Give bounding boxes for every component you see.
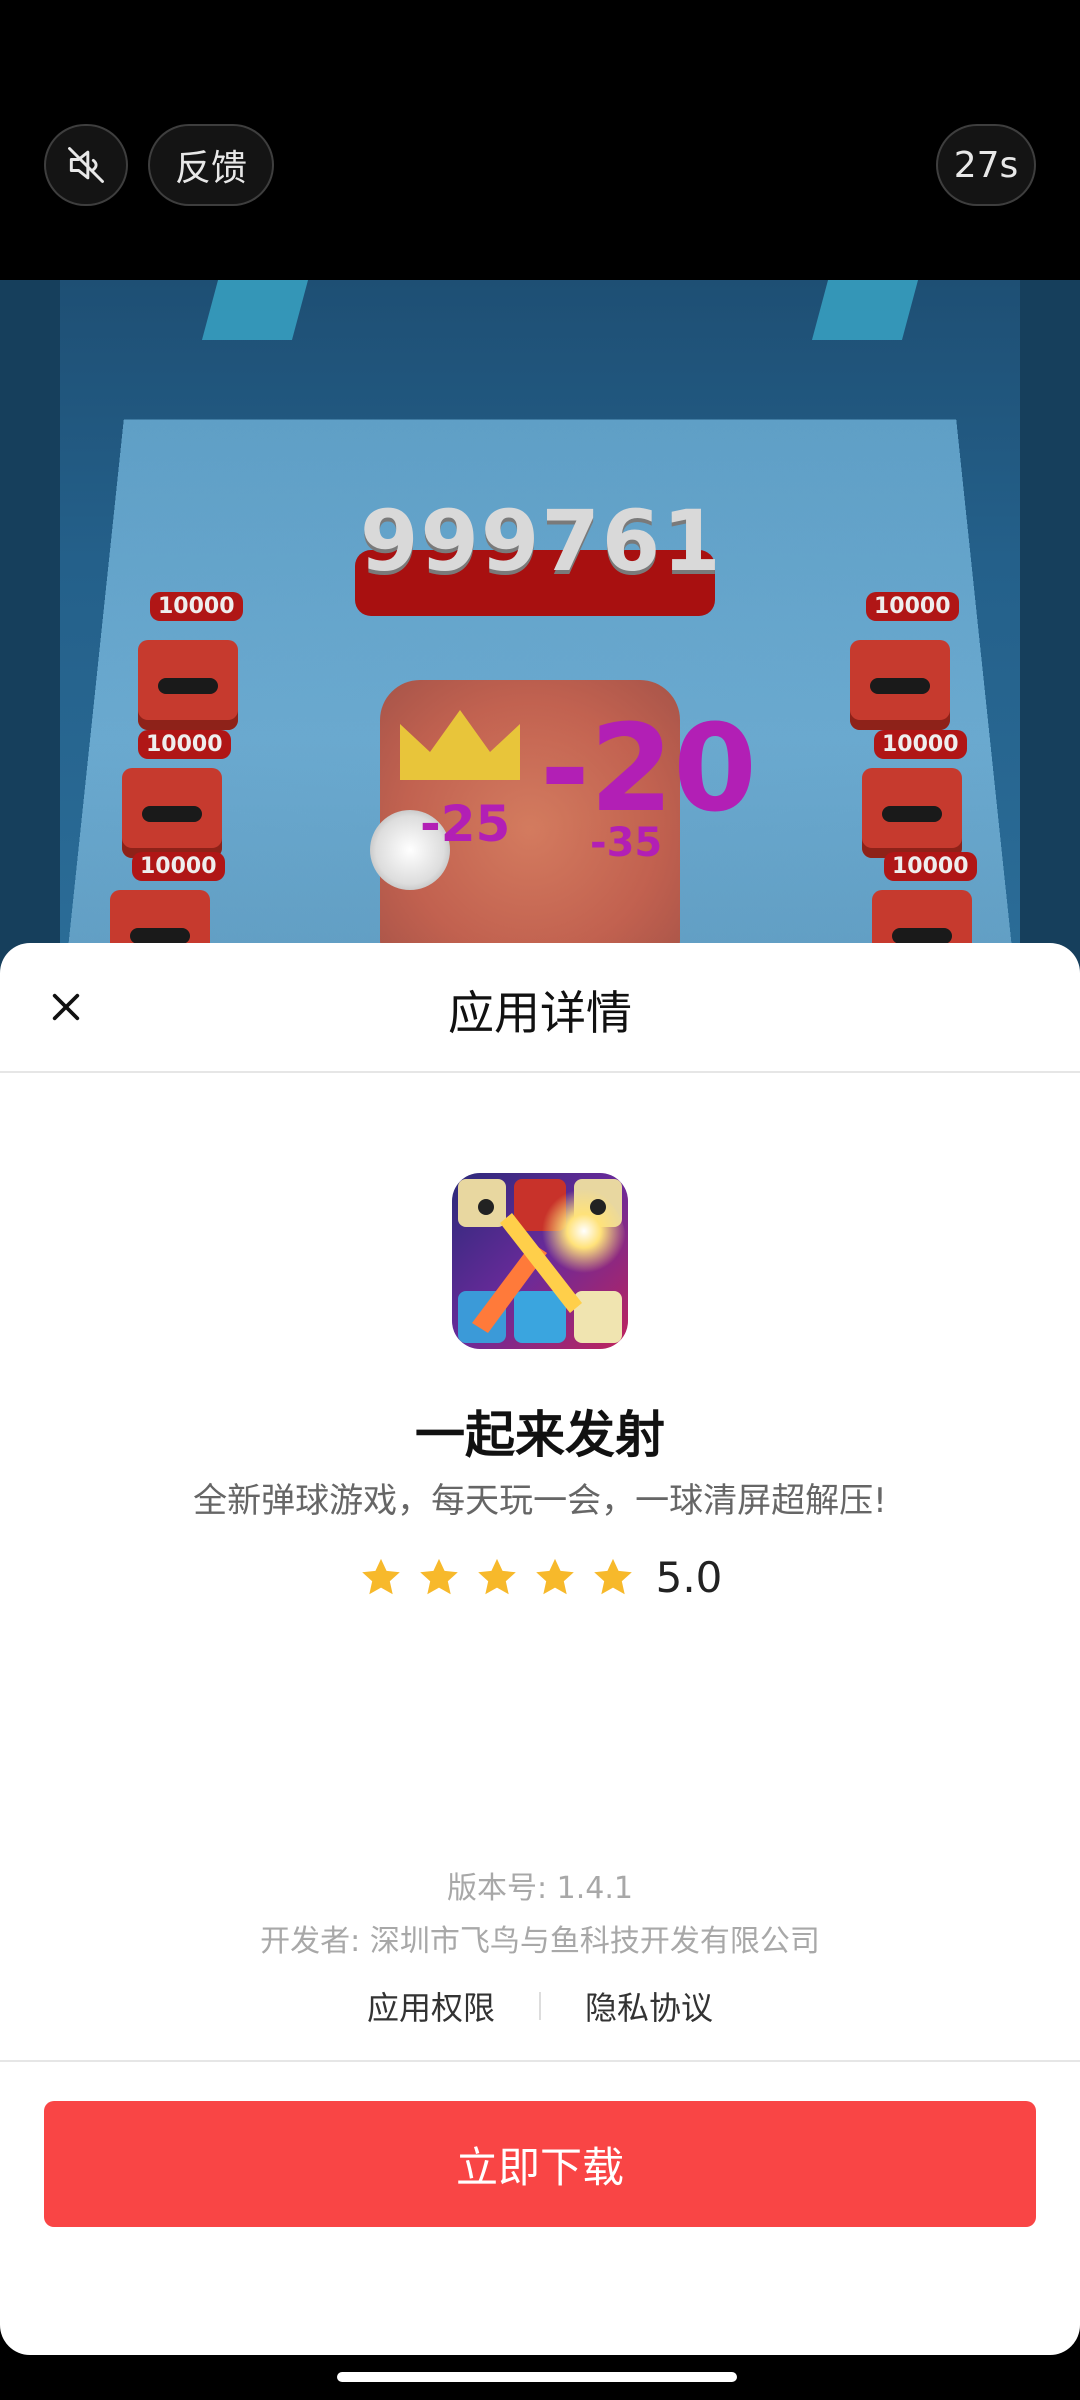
block-value-tag: 10000 [866,592,959,621]
sheet-title: 应用详情 [448,986,632,1040]
app-description: 全新弹球游戏，每天玩一会，一球清屏超解压! [193,1481,887,1521]
block-value-tag: 10000 [138,730,231,759]
app-icon [452,1173,628,1349]
game-video-preview[interactable]: 999761 10000 10000 10000 10000 10000 100… [0,280,1080,980]
countdown-timer: 27s [936,124,1036,206]
game-logo-icon [452,1173,628,1349]
developer-name: 开发者: 深圳市飞鸟与鱼科技开发有限公司 [260,1924,820,1959]
damage-number: -25 [420,795,511,853]
app-detail-sheet: 应用详情 一起来发射 全新弹球游戏，每天玩一会，一球清屏超解压! 5.0 版本号… [0,943,1080,2355]
enemy-cube [138,640,238,730]
home-indicator[interactable] [337,2372,737,2382]
star-icon [593,1558,632,1594]
app-rating: 5.0 [0,1553,1080,1602]
feedback-button[interactable]: 反馈 [148,124,274,206]
rating-value: 5.0 [655,1553,723,1602]
star-icon [535,1558,574,1594]
footer-divider [0,2060,1080,2062]
game-wall-right [1020,280,1080,980]
download-button[interactable]: 立即下载 [44,2101,1036,2227]
game-score: 999761 [360,492,723,590]
game-block [201,280,309,340]
block-value-tag: 10000 [132,852,225,881]
enemy-cube [122,768,222,858]
star-icon [361,1558,400,1594]
star-icon [477,1558,516,1594]
block-value-tag: 10000 [884,852,977,881]
damage-number: -35 [590,820,663,866]
block-value-tag: 10000 [874,730,967,759]
sheet-header: 应用详情 [0,943,1080,1073]
screen: 反馈 27s 999761 10000 10000 10000 10000 10… [0,0,1080,2400]
mute-button[interactable] [44,124,128,206]
speaker-muted-icon [68,147,104,183]
damage-number: -20 [540,700,757,839]
app-name: 一起来发射 [415,1406,665,1464]
enemy-cube [862,768,962,858]
star-icon [419,1558,458,1594]
version-number: 版本号: 1.4.1 [447,1871,633,1906]
video-top-bar: 反馈 27s [0,0,1080,280]
block-value-tag: 10000 [150,592,243,621]
game-wall-left [0,280,60,980]
enemy-cube [850,640,950,730]
legal-links: 应用权限 隐私协议 [0,1983,1080,2029]
permissions-link[interactable]: 应用权限 [367,1983,495,2029]
link-divider [539,1992,541,2020]
privacy-link[interactable]: 隐私协议 [585,1983,713,2029]
game-block [811,280,919,340]
